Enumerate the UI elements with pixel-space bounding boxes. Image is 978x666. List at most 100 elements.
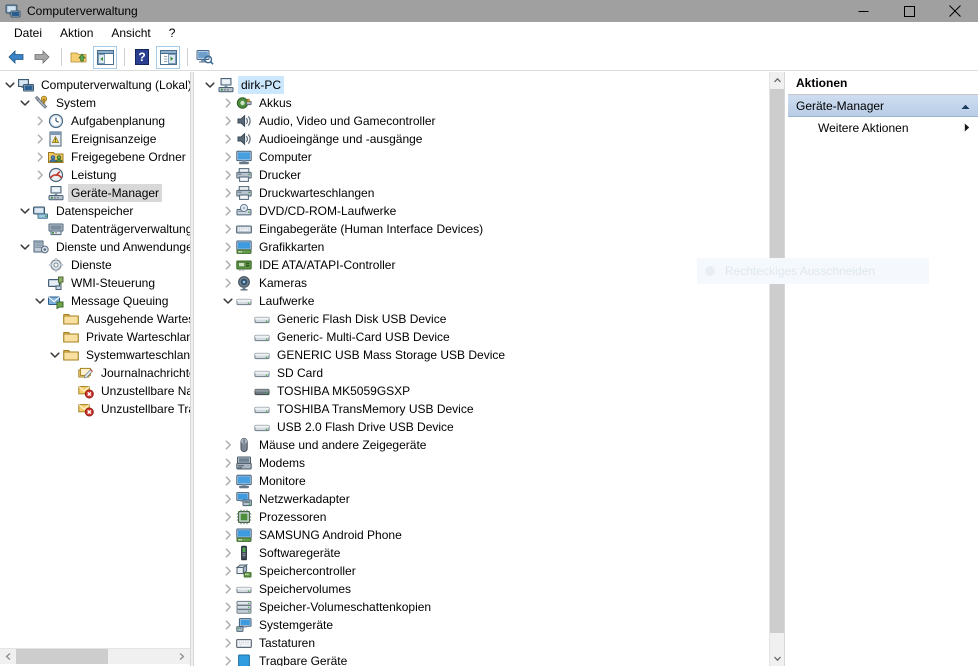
tree-item[interactable]: Akkus bbox=[196, 94, 784, 112]
tree-item[interactable]: GENERIC USB Mass Storage USB Device bbox=[196, 346, 784, 364]
chevron-right-icon[interactable] bbox=[32, 167, 48, 183]
panel-splitter-left[interactable] bbox=[190, 72, 194, 666]
tree-item[interactable]: Kameras bbox=[196, 274, 784, 292]
chevron-right-icon[interactable] bbox=[220, 635, 236, 651]
chevron-right-icon[interactable] bbox=[220, 545, 236, 561]
tree-item[interactable]: Softwaregeräte bbox=[196, 544, 784, 562]
scan-hardware-changes-button[interactable] bbox=[193, 46, 217, 69]
chevron-right-icon[interactable] bbox=[220, 221, 236, 237]
tree-item[interactable]: TOSHIBA TransMemory USB Device bbox=[196, 400, 784, 418]
tree-item[interactable]: Datenspeicher bbox=[0, 202, 190, 220]
up-one-level-button[interactable] bbox=[67, 46, 91, 69]
tree-item[interactable]: SD Card bbox=[196, 364, 784, 382]
chevron-right-icon[interactable] bbox=[220, 113, 236, 129]
tree-item[interactable]: Datenträgerverwaltung bbox=[0, 220, 190, 238]
tree-item[interactable]: Netzwerkadapter bbox=[196, 490, 784, 508]
chevron-down-icon[interactable] bbox=[47, 347, 63, 363]
chevron-right-icon[interactable] bbox=[220, 563, 236, 579]
tree-item[interactable]: Ausgehende Warteschlangen bbox=[0, 310, 190, 328]
chevron-right-icon[interactable] bbox=[220, 455, 236, 471]
forward-button[interactable] bbox=[30, 46, 54, 69]
chevron-right-icon[interactable] bbox=[220, 167, 236, 183]
chevron-right-icon[interactable] bbox=[220, 509, 236, 525]
device-manager-panel[interactable]: dirk-PC Akkus Audio, Video und Gamecontrol… bbox=[196, 72, 784, 666]
tree-item[interactable]: Druckwarteschlangen bbox=[196, 184, 784, 202]
tree-item[interactable]: Unzustellbare Transaktionsnachrichten bbox=[0, 400, 190, 418]
tree-item[interactable]: TOSHIBA MK5059GSXP bbox=[196, 382, 784, 400]
help-button[interactable]: ? bbox=[130, 46, 154, 69]
action-item-weitere-aktionen[interactable]: Weitere Aktionen bbox=[788, 117, 978, 139]
back-button[interactable] bbox=[4, 46, 28, 69]
tree-item[interactable]: Monitore bbox=[196, 472, 784, 490]
chevron-right-icon[interactable] bbox=[220, 617, 236, 633]
chevron-down-icon[interactable] bbox=[2, 77, 18, 93]
chevron-right-icon[interactable] bbox=[220, 653, 236, 666]
chevron-right-icon[interactable] bbox=[220, 239, 236, 255]
tree-item[interactable]: Computer bbox=[196, 148, 784, 166]
tree-item[interactable]: Laufwerke bbox=[196, 292, 784, 310]
chevron-right-icon[interactable] bbox=[32, 149, 48, 165]
tree-item[interactable]: System bbox=[0, 94, 190, 112]
tree-item[interactable]: Journalnachrichten bbox=[0, 364, 190, 382]
chevron-right-icon[interactable] bbox=[220, 275, 236, 291]
tree-item[interactable]: Ereignisanzeige bbox=[0, 130, 190, 148]
chevron-right-icon[interactable] bbox=[220, 473, 236, 489]
tree-item[interactable]: Audioeingänge und -ausgänge bbox=[196, 130, 784, 148]
chevron-up-icon[interactable] bbox=[961, 99, 970, 113]
chevron-right-icon[interactable] bbox=[32, 131, 48, 147]
tree-item[interactable]: Modems bbox=[196, 454, 784, 472]
tree-item[interactable]: DVD/CD-ROM-Laufwerke bbox=[196, 202, 784, 220]
menu-item-datei[interactable]: Datei bbox=[6, 23, 50, 43]
console-tree-panel[interactable]: Computerverwaltung (Lokal) System Aufgaben… bbox=[0, 72, 190, 648]
chevron-down-icon[interactable] bbox=[17, 203, 33, 219]
tree-item[interactable]: Speichervolumes bbox=[196, 580, 784, 598]
chevron-right-icon[interactable] bbox=[220, 131, 236, 147]
tree-item[interactable]: Unzustellbare Nachrichten bbox=[0, 382, 190, 400]
title-bar[interactable]: Computerverwaltung bbox=[0, 0, 978, 22]
menu-item-aktion[interactable]: Aktion bbox=[52, 23, 101, 43]
chevron-right-icon[interactable] bbox=[220, 491, 236, 507]
close-button[interactable] bbox=[932, 0, 978, 22]
tree-item[interactable]: Audio, Video und Gamecontroller bbox=[196, 112, 784, 130]
tree-item[interactable]: Computerverwaltung (Lokal) bbox=[0, 76, 190, 94]
tree-item[interactable]: Speicher-Volumeschattenkopien bbox=[196, 598, 784, 616]
menu-item-ansicht[interactable]: Ansicht bbox=[103, 23, 158, 43]
tree-item[interactable]: Geräte-Manager bbox=[0, 184, 190, 202]
chevron-right-icon[interactable] bbox=[220, 437, 236, 453]
tree-item[interactable]: Tragbare Geräte bbox=[196, 652, 784, 666]
tree-item[interactable]: Leistung bbox=[0, 166, 190, 184]
tree-item[interactable]: dirk-PC bbox=[196, 76, 784, 94]
tree-item[interactable]: Dienste und Anwendungen bbox=[0, 238, 190, 256]
chevron-right-icon[interactable] bbox=[220, 95, 236, 111]
scroll-down-arrow[interactable] bbox=[770, 650, 785, 666]
tree-item[interactable]: USB 2.0 Flash Drive USB Device bbox=[196, 418, 784, 436]
device-tree-vscroll-thumb[interactable] bbox=[770, 89, 785, 633]
tree-item[interactable]: WMI-Steuerung bbox=[0, 274, 190, 292]
tree-item[interactable]: Dienste bbox=[0, 256, 190, 274]
chevron-down-icon[interactable] bbox=[32, 293, 48, 309]
chevron-down-icon[interactable] bbox=[17, 95, 33, 111]
chevron-right-icon[interactable] bbox=[32, 113, 48, 129]
tree-item[interactable]: Private Warteschlangen bbox=[0, 328, 190, 346]
tree-item[interactable]: Systemwarteschlangen bbox=[0, 346, 190, 364]
tree-item[interactable]: Eingabegeräte (Human Interface Devices) bbox=[196, 220, 784, 238]
tree-item[interactable]: Drucker bbox=[196, 166, 784, 184]
show-hide-action-pane-button[interactable] bbox=[156, 45, 180, 69]
tree-item[interactable]: Freigegebene Ordner bbox=[0, 148, 190, 166]
chevron-right-icon[interactable] bbox=[220, 203, 236, 219]
scroll-up-arrow[interactable] bbox=[770, 72, 785, 88]
tree-item[interactable]: Systemgeräte bbox=[196, 616, 784, 634]
chevron-right-icon[interactable] bbox=[220, 185, 236, 201]
chevron-right-icon[interactable] bbox=[220, 581, 236, 597]
tree-item[interactable]: Message Queuing bbox=[0, 292, 190, 310]
device-tree-vertical-scrollbar[interactable] bbox=[769, 72, 785, 666]
chevron-right-icon[interactable] bbox=[220, 599, 236, 615]
minimize-button[interactable] bbox=[840, 0, 886, 22]
chevron-down-icon[interactable] bbox=[220, 293, 236, 309]
action-group-device-manager[interactable]: Geräte-Manager bbox=[788, 95, 978, 117]
sidebar-hscroll-thumb[interactable] bbox=[16, 649, 108, 664]
tree-item[interactable]: Tastaturen bbox=[196, 634, 784, 652]
tree-item[interactable]: Generic Flash Disk USB Device bbox=[196, 310, 784, 328]
tree-item[interactable]: Aufgabenplanung bbox=[0, 112, 190, 130]
maximize-button[interactable] bbox=[886, 0, 932, 22]
